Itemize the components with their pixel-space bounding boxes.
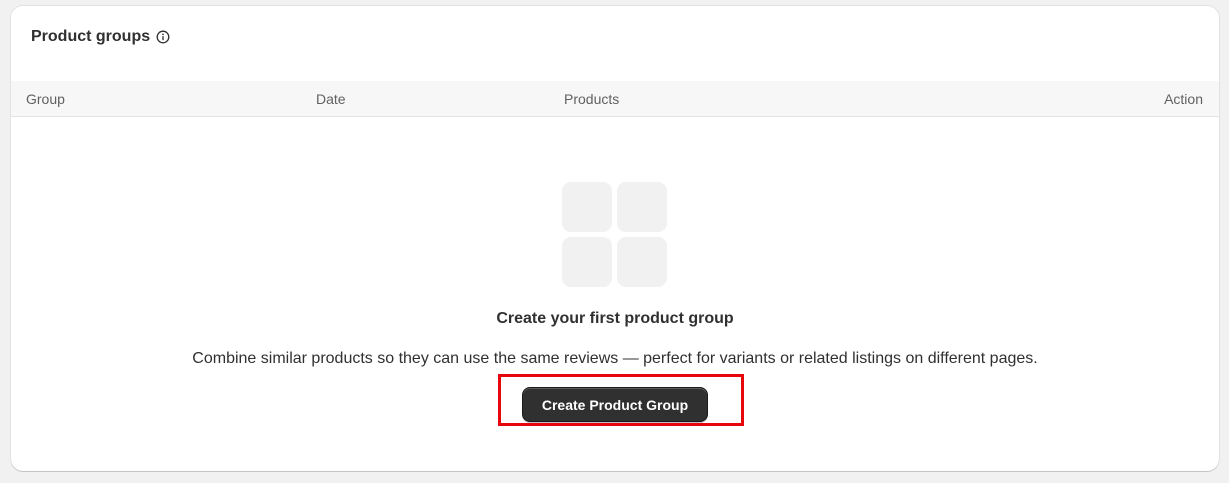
- info-icon[interactable]: [156, 30, 170, 44]
- card-title: Product groups: [31, 28, 151, 45]
- card-header: Product groups: [31, 28, 170, 46]
- placeholder-tile: [617, 237, 667, 287]
- column-header-group: Group: [26, 91, 65, 107]
- empty-state-description: Combine similar products so they can use…: [192, 350, 1038, 367]
- grid-four-tiles-icon: [562, 182, 667, 287]
- table-header-row: Group Date Products Action: [11, 81, 1219, 117]
- empty-state-title: Create your first product group: [496, 310, 734, 327]
- product-groups-card: Product groups Group Date Products Actio…: [11, 6, 1219, 471]
- placeholder-tile: [562, 182, 612, 232]
- column-header-products: Products: [564, 91, 620, 107]
- placeholder-tile: [617, 182, 667, 232]
- column-header-action: Action: [1164, 91, 1203, 107]
- create-product-group-button[interactable]: Create Product Group: [522, 387, 708, 422]
- column-header-date: Date: [316, 91, 346, 107]
- placeholder-tile: [562, 237, 612, 287]
